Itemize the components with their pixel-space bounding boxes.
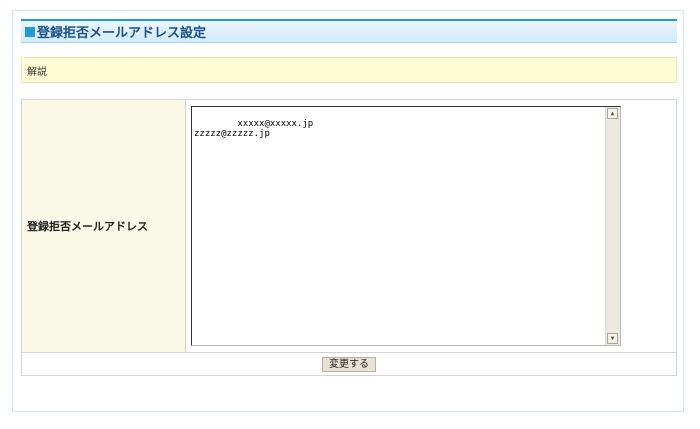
notice-text: 解説: [27, 66, 47, 78]
field-input-cell: xxxxx@xxxxx.jp zzzzz@zzzzz.jp ▲ ▼: [186, 100, 676, 352]
button-row: 変更する: [22, 352, 676, 375]
page-header: 登録拒否メールアドレス設定: [21, 19, 677, 43]
submit-button[interactable]: 変更する: [322, 356, 376, 372]
settings-panel: 登録拒否メールアドレス設定 解説 登録拒否メールアドレス xxxxx@xxxxx…: [12, 10, 684, 412]
page-title: 登録拒否メールアドレス設定: [37, 26, 207, 41]
arrow-down-icon[interactable]: ▼: [607, 333, 618, 344]
field-label-cell: 登録拒否メールアドレス: [22, 100, 186, 352]
blue-square-icon: [25, 26, 35, 37]
form-table: 登録拒否メールアドレス xxxxx@xxxxx.jp zzzzz@zzzzz.j…: [21, 99, 677, 376]
textarea-scrollbar[interactable]: ▲ ▼: [605, 107, 620, 345]
textarea-value: xxxxx@xxxxx.jp zzzzz@zzzzz.jp: [194, 119, 314, 139]
notice-box: 解説: [21, 57, 677, 83]
arrow-up-icon[interactable]: ▲: [607, 108, 618, 119]
field-label: 登録拒否メールアドレス: [27, 220, 148, 233]
rejected-addresses-textarea[interactable]: xxxxx@xxxxx.jp zzzzz@zzzzz.jp ▲ ▼: [191, 106, 621, 346]
